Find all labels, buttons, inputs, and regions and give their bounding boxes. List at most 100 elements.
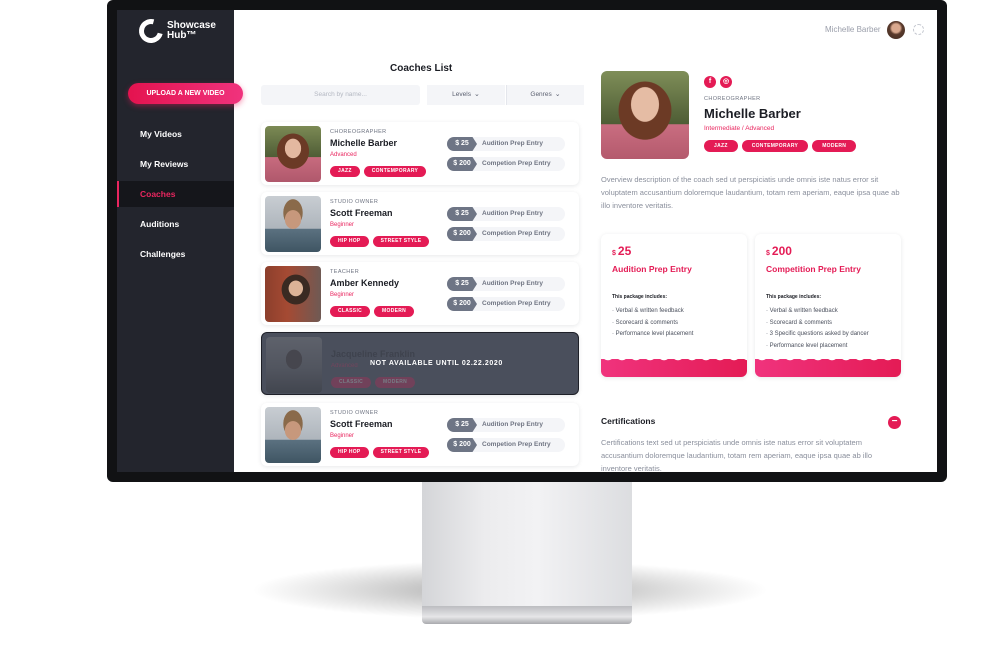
package-feature: · Scorecard & comments bbox=[612, 319, 679, 326]
stage: Showcase Hub™ My Videos My Reviews Coach… bbox=[0, 0, 1005, 646]
entry-option[interactable]: $ 200 Competion Prep Entry bbox=[447, 438, 565, 452]
price-badge: $ 25 bbox=[447, 207, 477, 221]
monitor-stand bbox=[422, 480, 632, 608]
price-badge: $ 200 bbox=[447, 297, 477, 311]
entry-option[interactable]: $ 25 Audition Prep Entry bbox=[447, 418, 565, 432]
coach-card[interactable]: STUDIO OWNER Scott Freeman Beginner HIP … bbox=[261, 403, 579, 466]
entry-option[interactable]: $ 25 Audition Prep Entry bbox=[447, 207, 565, 221]
detail-coach-photo bbox=[601, 71, 689, 159]
entry-label: Audition Prep Entry bbox=[482, 421, 544, 428]
coach-role: STUDIO OWNER bbox=[330, 199, 379, 205]
avatar[interactable] bbox=[887, 21, 905, 39]
detail-coach-name: Michelle Barber bbox=[704, 106, 801, 121]
certifications-title: Certifications bbox=[601, 416, 656, 426]
package-card-competition[interactable]: $200 Competition Prep Entry This package… bbox=[755, 234, 901, 377]
genre-tag: MODERN bbox=[375, 377, 416, 388]
coach-level: Beginner bbox=[330, 222, 355, 228]
coach-level: Advanced bbox=[331, 363, 358, 369]
detail-coach-role: CHOREOGRAPHER bbox=[704, 96, 761, 102]
monitor-stand-foot bbox=[422, 606, 632, 624]
coach-card[interactable]: STUDIO OWNER Scott Freeman Beginner HIP … bbox=[261, 192, 579, 255]
entry-label: Audition Prep Entry bbox=[482, 210, 544, 217]
unavailable-notice: NOT AVAILABLE UNTIL 02.22.2020 bbox=[370, 360, 503, 367]
coach-name: Scott Freeman bbox=[330, 208, 393, 218]
price-badge: $ 200 bbox=[447, 438, 477, 452]
coach-name: Jacqueline Franklin bbox=[331, 349, 416, 359]
genre-tag: JAZZ bbox=[330, 166, 360, 177]
coach-photo bbox=[265, 407, 321, 463]
entry-label: Competion Prep Entry bbox=[482, 160, 551, 167]
package-price: 200 bbox=[771, 244, 792, 258]
coaches-list-title: Coaches List bbox=[390, 63, 453, 74]
genre-tag: HIP HOP bbox=[330, 236, 369, 247]
facebook-icon[interactable]: f bbox=[704, 76, 716, 88]
package-feature: · 3 Specific questions asked by dancer bbox=[766, 331, 869, 337]
coach-overview: Overview description of the coach sed ut… bbox=[601, 175, 900, 210]
coach-card[interactable]: TEACHER Amber Kennedy Beginner CLASSIC M… bbox=[261, 262, 579, 325]
sidebar-item-auditions[interactable]: Auditions bbox=[117, 211, 234, 237]
logo-line2: Hub™ bbox=[167, 30, 197, 41]
entry-option[interactable]: $ 25 Audition Prep Entry bbox=[447, 277, 565, 291]
entry-label: Competion Prep Entry bbox=[482, 300, 551, 307]
app-logo[interactable]: Showcase Hub™ bbox=[134, 14, 216, 48]
sidebar-item-coaches[interactable]: Coaches bbox=[117, 181, 234, 207]
coach-level: Advanced bbox=[330, 152, 357, 158]
package-card-audition[interactable]: $25 Audition Prep Entry This package inc… bbox=[601, 234, 747, 377]
entry-option[interactable]: $ 25 Audition Prep Entry bbox=[447, 137, 565, 151]
sidebar-item-my-reviews[interactable]: My Reviews bbox=[117, 151, 234, 177]
instagram-icon[interactable]: ◎ bbox=[720, 76, 732, 88]
genre-tag: MODERN bbox=[812, 140, 857, 152]
user-name[interactable]: Michelle Barber bbox=[825, 25, 881, 34]
package-feature: · Verbal & written feedback bbox=[766, 308, 838, 314]
package-price: 25 bbox=[617, 244, 632, 258]
chevron-down-icon: ⌄ bbox=[554, 91, 561, 98]
detail-coach-level: Intermediate / Advanced bbox=[704, 125, 775, 132]
genre-tag: JAZZ bbox=[704, 140, 738, 152]
package-feature: · Performance level placement bbox=[612, 331, 694, 337]
genres-filter[interactable]: Genres ⌄ bbox=[506, 85, 584, 105]
upload-video-button[interactable]: UPLOAD A NEW VIDEO bbox=[128, 83, 243, 104]
levels-filter[interactable]: Levels ⌄ bbox=[427, 85, 505, 105]
coach-level: Beginner bbox=[330, 433, 355, 439]
collapse-icon[interactable]: − bbox=[888, 416, 901, 429]
entry-option[interactable]: $ 200 Competion Prep Entry bbox=[447, 297, 565, 311]
genre-tag: STREET STYLE bbox=[372, 236, 430, 247]
sidebar-item-my-videos[interactable]: My Videos bbox=[117, 121, 234, 147]
coach-role: CHOREOGRAPHER bbox=[330, 129, 387, 135]
sidebar-item-challenges[interactable]: Challenges bbox=[117, 241, 234, 267]
package-wave bbox=[755, 354, 901, 377]
certifications-text: Certifications text sed ut perspiciatis … bbox=[601, 438, 872, 472]
package-includes: This package includes: bbox=[612, 294, 668, 300]
sidebar: Showcase Hub™ My Videos My Reviews Coach… bbox=[117, 10, 234, 472]
genre-tag: CLASSIC bbox=[330, 306, 371, 317]
entry-label: Competion Prep Entry bbox=[482, 441, 551, 448]
genre-tag: CLASSIC bbox=[331, 377, 372, 388]
price-badge: $ 25 bbox=[447, 137, 477, 151]
coach-card[interactable]: CHOREOGRAPHER Michelle Barber Advanced J… bbox=[261, 122, 579, 185]
app-screen: Showcase Hub™ My Videos My Reviews Coach… bbox=[117, 10, 937, 472]
package-feature: · Scorecard & comments bbox=[766, 319, 833, 326]
entry-option[interactable]: $ 200 Competion Prep Entry bbox=[447, 227, 565, 241]
genre-tag: CONTEMPORARY bbox=[363, 166, 427, 177]
coach-role: STUDIO OWNER bbox=[330, 410, 379, 416]
genre-tag: MODERN bbox=[374, 306, 415, 317]
price-badge: $ 25 bbox=[447, 277, 477, 291]
package-feature: · Verbal & written feedback bbox=[612, 308, 684, 314]
entry-label: Audition Prep Entry bbox=[482, 140, 544, 147]
gear-icon[interactable] bbox=[913, 24, 924, 35]
logo-mark-icon bbox=[134, 14, 168, 48]
entry-label: Competion Prep Entry bbox=[482, 230, 551, 237]
genre-tag: HIP HOP bbox=[330, 447, 369, 458]
search-input[interactable]: Search by name... bbox=[261, 85, 420, 105]
price-badge: $ 200 bbox=[447, 157, 477, 171]
package-feature: · Performance level placement bbox=[766, 342, 848, 349]
entry-option[interactable]: $ 200 Competion Prep Entry bbox=[447, 157, 565, 171]
price-badge: $ 200 bbox=[447, 227, 477, 241]
coach-photo bbox=[265, 266, 321, 322]
coach-level: Beginner bbox=[330, 292, 355, 298]
genre-tag: CONTEMPORARY bbox=[741, 140, 809, 152]
coach-name: Amber Kennedy bbox=[330, 278, 400, 288]
coach-photo bbox=[265, 196, 321, 252]
package-title: Competition Prep Entry bbox=[766, 264, 861, 274]
entry-label: Audition Prep Entry bbox=[482, 280, 544, 287]
